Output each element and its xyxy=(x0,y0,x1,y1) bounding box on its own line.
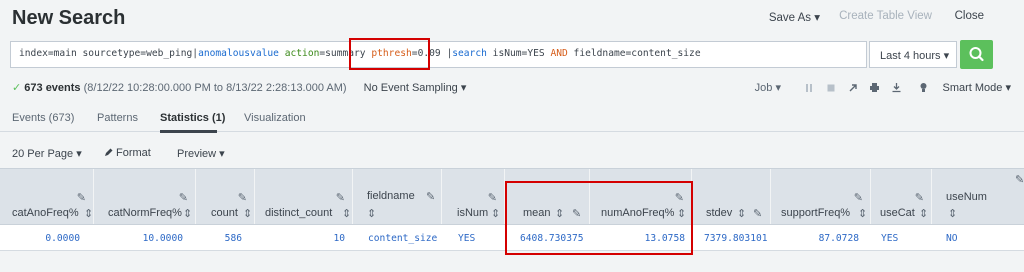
sort-icon[interactable]: ⇕ xyxy=(243,207,252,220)
column-header-count[interactable]: ✎ count ⇕ xyxy=(197,169,255,224)
tab-events[interactable]: Events (673) xyxy=(12,112,74,124)
create-table-view-button: Create Table View xyxy=(839,10,932,22)
search-icon xyxy=(969,47,984,62)
close-button[interactable]: Close xyxy=(955,10,984,22)
column-header-catanofreq[interactable]: ✎ catAnoFreq% ⇕ xyxy=(0,169,94,224)
column-label: catNormFreq% xyxy=(108,207,182,219)
pencil-icon[interactable]: ✎ xyxy=(915,191,924,204)
column-header-usecat[interactable]: ✎ useCat ⇕ xyxy=(872,169,932,224)
search-input[interactable]: index=main sourcetype=web_ping|anomalous… xyxy=(10,41,867,68)
smart-mode-dropdown[interactable]: Smart Mode ▾ xyxy=(943,81,1012,94)
sort-icon[interactable]: ⇕ xyxy=(919,207,928,220)
column-header-distinct-count[interactable]: ✎ distinct_count ⇕ xyxy=(256,169,353,224)
cell-count[interactable]: 586 xyxy=(197,233,242,244)
search-button[interactable] xyxy=(960,40,993,69)
cell-usecat[interactable]: YES xyxy=(881,233,898,244)
tab-statistics[interactable]: Statistics (1) xyxy=(160,112,225,124)
cell-supportfreq[interactable]: 87.0728 xyxy=(772,233,859,244)
sort-icon[interactable]: ⇕ xyxy=(183,207,192,220)
save-as-button[interactable]: Save As ▾ xyxy=(769,10,820,24)
query-part: index=main sourcetype=web_ping| xyxy=(19,48,199,59)
column-header-isnum[interactable]: ✎ isNum ⇕ xyxy=(443,169,505,224)
column-label: useNum xyxy=(946,191,987,203)
column-header-supportfreq[interactable]: ✎ supportFreq% ⇕ xyxy=(772,169,871,224)
pencil-icon[interactable]: ✎ xyxy=(488,191,497,204)
pencil-icon xyxy=(105,148,113,156)
cell-catanofreq[interactable]: 0.0000 xyxy=(0,233,80,244)
column-label: distinct_count xyxy=(265,207,333,219)
pencil-icon[interactable]: ✎ xyxy=(1015,173,1024,186)
pencil-icon[interactable]: ✎ xyxy=(77,191,86,204)
format-label: Format xyxy=(116,147,151,159)
query-part: search xyxy=(452,48,487,59)
sort-icon[interactable]: ⇕ xyxy=(948,207,957,220)
preview-dropdown[interactable]: Preview ▾ xyxy=(177,147,225,160)
sampling-dropdown[interactable]: No Event Sampling ▾ xyxy=(364,82,467,94)
column-header-fieldname[interactable]: fieldname ✎ ⇕ xyxy=(354,169,442,224)
share-icon[interactable] xyxy=(848,83,858,93)
sort-icon[interactable]: ⇕ xyxy=(342,207,351,220)
column-label: catAnoFreq% xyxy=(12,207,79,219)
tab-patterns[interactable]: Patterns xyxy=(97,112,138,124)
job-menu[interactable]: Job ▾ xyxy=(755,81,781,94)
cell-stdev[interactable]: 7379.803101 xyxy=(704,233,768,244)
job-status: ✓ 673 events (8/12/22 10:28:00.000 PM to… xyxy=(12,81,466,97)
format-button[interactable]: Format xyxy=(104,147,151,159)
cell-fieldname[interactable]: content_size xyxy=(368,233,437,244)
query-part: fieldname=content_size xyxy=(567,48,701,59)
query-part: anomalousvalue xyxy=(198,48,279,59)
column-label: fieldname xyxy=(367,190,415,202)
cell-isnum[interactable]: YES xyxy=(458,233,475,244)
pencil-icon[interactable]: ✎ xyxy=(854,191,863,204)
bulb-icon xyxy=(920,83,927,92)
per-page-dropdown[interactable]: 20 Per Page ▾ xyxy=(12,147,82,160)
sort-icon[interactable]: ⇕ xyxy=(367,207,376,220)
column-header-usenum[interactable]: ✎ useNum ⇕ xyxy=(933,169,1024,224)
cell-usenum[interactable]: NO xyxy=(946,233,958,244)
sort-icon[interactable]: ⇕ xyxy=(737,207,746,220)
query-part: action xyxy=(278,48,320,59)
results-tabs: Events (673) Patterns Statistics (1) Vis… xyxy=(0,104,1024,133)
page-title: New Search xyxy=(12,7,126,29)
column-header-catnormfreq[interactable]: ✎ catNormFreq% ⇕ xyxy=(95,169,196,224)
table-toolbar: 20 Per Page ▾ Format Preview ▾ xyxy=(0,133,1024,165)
column-label: useCat xyxy=(880,207,915,219)
query-part: isNum=YES xyxy=(486,48,551,59)
stop-icon[interactable] xyxy=(826,83,836,93)
tab-visualization[interactable]: Visualization xyxy=(244,112,306,124)
print-icon[interactable] xyxy=(869,82,880,93)
column-label: isNum xyxy=(457,207,489,219)
column-header-stdev[interactable]: stdev ⇕ ✎ xyxy=(693,169,771,224)
pause-icon[interactable] xyxy=(804,83,814,93)
cell-catnormfreq[interactable]: 10.0000 xyxy=(95,233,183,244)
column-label: count xyxy=(211,207,238,219)
sort-icon[interactable]: ⇕ xyxy=(491,207,500,220)
check-icon: ✓ xyxy=(12,82,22,94)
sort-icon[interactable]: ⇕ xyxy=(858,207,867,220)
mean-numanofreq-highlight-box xyxy=(505,181,693,255)
header: New Search Save As ▾ Create Table View C… xyxy=(0,0,1024,36)
pencil-icon[interactable]: ✎ xyxy=(336,191,345,204)
pencil-icon[interactable]: ✎ xyxy=(238,191,247,204)
query-part: AND xyxy=(550,48,568,59)
time-range-picker[interactable]: Last 4 hours ▾ xyxy=(869,41,957,68)
export-icon[interactable] xyxy=(891,82,902,93)
pencil-icon[interactable]: ✎ xyxy=(179,191,188,204)
pencil-icon[interactable]: ✎ xyxy=(753,207,762,220)
events-count: 673 events xyxy=(24,82,81,94)
pthresh-highlight-box xyxy=(349,38,430,70)
pencil-icon[interactable]: ✎ xyxy=(426,190,435,203)
time-span: (8/12/22 10:28:00.000 PM to 8/13/22 2:28… xyxy=(83,82,347,94)
sort-icon[interactable]: ⇕ xyxy=(84,207,93,220)
column-label: stdev xyxy=(706,207,733,219)
column-label: supportFreq% xyxy=(781,207,851,219)
cell-distinct-count[interactable]: 10 xyxy=(256,233,345,244)
